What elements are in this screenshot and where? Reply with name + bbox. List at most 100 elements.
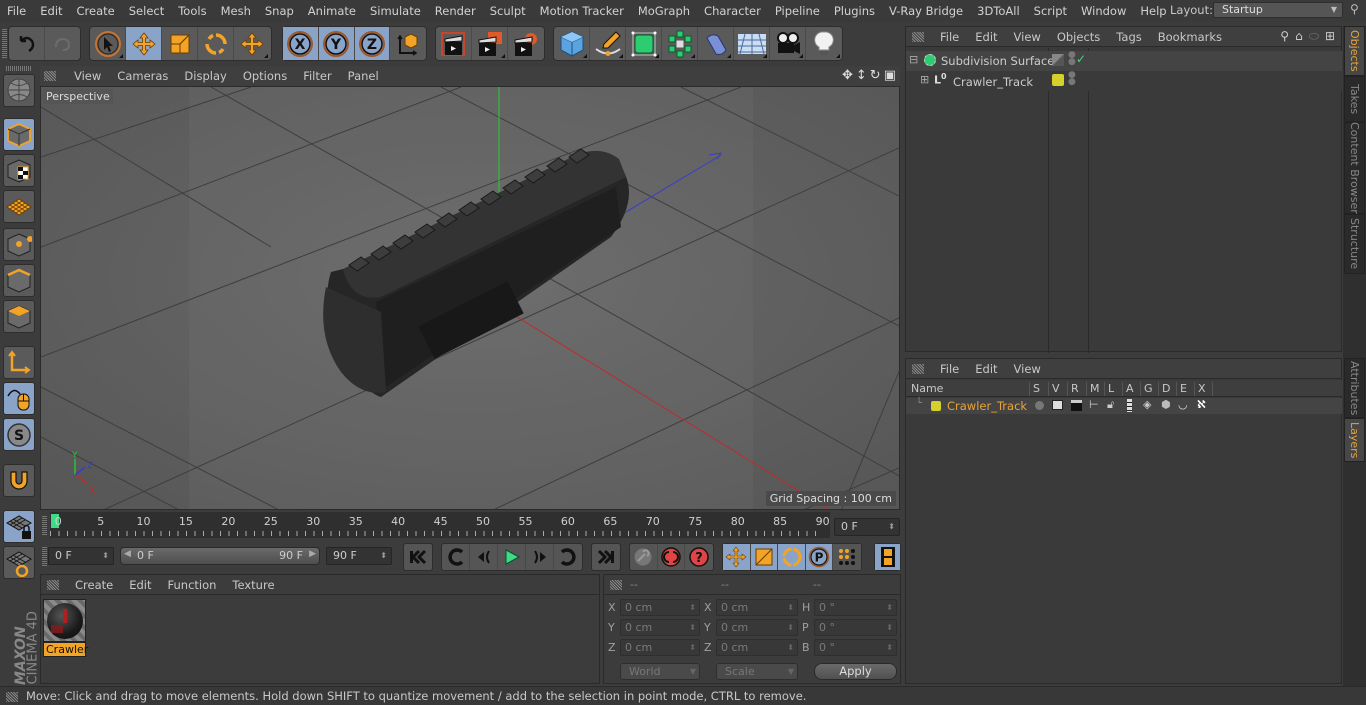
menu-vray-bridge[interactable]: V-Ray Bridge: [882, 4, 970, 18]
search-icon[interactable]: ⚲: [1280, 29, 1289, 44]
object-menu-tags[interactable]: Tags: [1108, 30, 1149, 44]
object-menu-view[interactable]: View: [1006, 30, 1049, 44]
transform-type-select[interactable]: Scale ▼: [716, 663, 798, 680]
material-item[interactable]: Crawler: [43, 599, 88, 657]
menu-motion-tracker[interactable]: Motion Tracker: [533, 4, 631, 18]
rotation-field[interactable]: 0 ° ⬍: [814, 619, 897, 636]
size-field[interactable]: 0 cm ⬍: [716, 619, 798, 636]
floor-button[interactable]: [734, 27, 770, 60]
cube-button[interactable]: [554, 27, 590, 60]
viewport-menu-view[interactable]: View: [66, 69, 109, 83]
texture-mode-button[interactable]: [3, 154, 35, 187]
workplane-mode-button[interactable]: [3, 190, 35, 223]
coordinate-mode-select[interactable]: World ▼: [620, 663, 700, 680]
viewport-grip[interactable]: [44, 71, 56, 81]
layer-color-swatch[interactable]: [1052, 74, 1064, 86]
home-icon[interactable]: ⌂: [1295, 29, 1303, 44]
new-window-icon[interactable]: ⊞: [1325, 29, 1335, 44]
polygons-mode-button[interactable]: [3, 300, 35, 333]
tab-structure[interactable]: Structure: [1344, 214, 1365, 274]
render-settings-button[interactable]: [508, 27, 544, 60]
prev-keyframe-button[interactable]: [442, 544, 470, 570]
planar-workplane-button[interactable]: [3, 546, 35, 579]
camera-button[interactable]: [770, 27, 806, 60]
recent-tools-button[interactable]: [234, 27, 270, 60]
timeline-window-button[interactable]: [875, 544, 900, 570]
material-menu-function[interactable]: Function: [160, 578, 225, 592]
menu-select[interactable]: Select: [122, 4, 171, 18]
layer-menu-view[interactable]: View: [1006, 362, 1049, 376]
layer-menu-file[interactable]: File: [932, 362, 967, 376]
status-grip[interactable]: [6, 692, 18, 702]
viewport-rotate-icon[interactable]: ↻: [870, 68, 881, 83]
expand-icon[interactable]: ⊞: [920, 73, 929, 86]
menu-window[interactable]: Window: [1074, 4, 1133, 18]
material-name[interactable]: Crawler: [43, 642, 88, 657]
expressions-icon[interactable]: ◡: [1178, 398, 1188, 411]
viewport-pan-icon[interactable]: ✥: [842, 68, 853, 83]
goto-start-button[interactable]: [404, 544, 432, 570]
viewport-menu-display[interactable]: Display: [176, 69, 234, 83]
menu-mesh[interactable]: Mesh: [214, 4, 258, 18]
pen-spline-button[interactable]: [590, 27, 626, 60]
object-name[interactable]: Subdivision Surface: [941, 54, 1054, 68]
render-to-picture-viewer-button[interactable]: [472, 27, 508, 60]
y-axis-lock-button[interactable]: Y: [318, 27, 355, 60]
make-editable-button[interactable]: [3, 74, 35, 107]
tab-takes[interactable]: Takes: [1344, 76, 1365, 122]
live-selection-button[interactable]: [90, 27, 126, 60]
visibility-dots-icon[interactable]: ● ●: [1068, 51, 1076, 67]
menu-pipeline[interactable]: Pipeline: [768, 4, 827, 18]
frame-range-slider[interactable]: ◀ 0 F 90 F ▶: [120, 547, 320, 565]
rotation-field[interactable]: 0 ° ⬍: [814, 639, 897, 656]
autokey-button[interactable]: [658, 544, 686, 570]
keyframe-selection-button[interactable]: ?: [685, 544, 713, 570]
object-menu-objects[interactable]: Objects: [1049, 30, 1108, 44]
column-deformers[interactable]: D: [1159, 382, 1177, 396]
timeline-grip[interactable]: [42, 515, 47, 535]
layer-row-crawler-track[interactable]: └ Crawler_Track ⊢ 🔓︎ ◈ ⬢ ◡ ℵ: [906, 398, 1342, 414]
menu-edit[interactable]: Edit: [33, 4, 69, 18]
tab-objects[interactable]: Objects: [1344, 26, 1365, 76]
points-mode-button[interactable]: [3, 228, 35, 261]
material-menu-texture[interactable]: Texture: [224, 578, 282, 592]
viewport-menu-panel[interactable]: Panel: [340, 69, 387, 83]
menu-file[interactable]: File: [0, 4, 33, 18]
search-icon[interactable]: ⚲: [1350, 2, 1359, 16]
rotate-tool-button[interactable]: [198, 27, 234, 60]
position-field[interactable]: 0 cm ⬍: [620, 619, 700, 636]
material-menu-create[interactable]: Create: [67, 578, 121, 592]
viewport-menu-options[interactable]: Options: [235, 69, 295, 83]
playback-grip[interactable]: [42, 546, 47, 566]
menu-character[interactable]: Character: [697, 4, 768, 18]
goto-end-button[interactable]: [592, 544, 620, 570]
play-button[interactable]: [498, 544, 526, 570]
key-parameter-button[interactable]: P: [805, 544, 834, 570]
coordinates-grip[interactable]: [610, 580, 622, 590]
cloner-button[interactable]: [662, 27, 698, 60]
record-key-button[interactable]: [630, 544, 658, 570]
enable-axis-button[interactable]: [3, 346, 35, 379]
menu-tools[interactable]: Tools: [171, 4, 213, 18]
locked-workplane-button[interactable]: [3, 510, 35, 543]
redo-button[interactable]: [45, 27, 81, 60]
collapse-icon[interactable]: ⊟: [909, 53, 918, 66]
size-field[interactable]: 0 cm ⬍: [716, 639, 798, 656]
prev-frame-button[interactable]: [470, 544, 498, 570]
visible-eye-icon[interactable]: [1052, 400, 1063, 410]
tab-layers[interactable]: Layers: [1344, 418, 1365, 462]
viewport-menu-cameras[interactable]: Cameras: [109, 69, 176, 83]
layer-menu-edit[interactable]: Edit: [967, 362, 1005, 376]
menu-script[interactable]: Script: [1027, 4, 1074, 18]
material-menu-edit[interactable]: Edit: [121, 578, 159, 592]
menu-sculpt[interactable]: Sculpt: [483, 4, 533, 18]
key-position-button[interactable]: [723, 544, 751, 570]
object-menu-bookmarks[interactable]: Bookmarks: [1150, 30, 1230, 44]
layer-manager-grip[interactable]: [912, 363, 924, 374]
object-name[interactable]: Crawler_Track: [953, 75, 1033, 89]
edges-mode-button[interactable]: [3, 264, 35, 297]
viewport-menu-filter[interactable]: Filter: [295, 69, 339, 83]
start-frame-field[interactable]: 0 F ⬍: [48, 547, 114, 565]
tab-content-browser[interactable]: Content Browser: [1344, 122, 1365, 214]
visibility-dots-icon[interactable]: ● ●: [1068, 71, 1076, 87]
